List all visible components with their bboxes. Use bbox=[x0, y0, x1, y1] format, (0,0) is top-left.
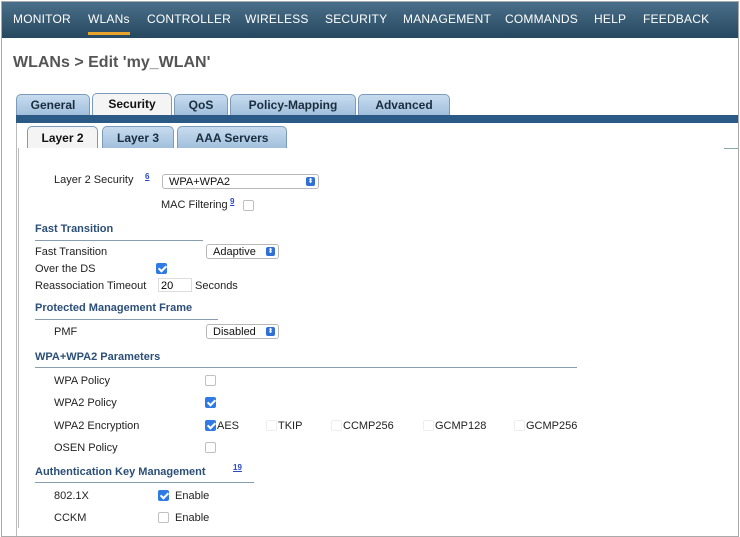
nav-controller[interactable]: CONTROLLER bbox=[147, 12, 231, 26]
browser-frame: MONITOR WLANs CONTROLLER WIRELESS SECURI… bbox=[1, 1, 739, 537]
reassociation-timeout-unit: Seconds bbox=[195, 280, 238, 292]
top-navigation: MONITOR WLANs CONTROLLER WIRELESS SECURI… bbox=[2, 2, 738, 38]
mac-filtering-help-link[interactable]: 9 bbox=[230, 197, 234, 206]
mac-filtering-label: MAC Filtering bbox=[161, 199, 228, 211]
wpa2-encryption-label: WPA2 Encryption bbox=[54, 420, 140, 432]
akm-cckm-enable-label: Enable bbox=[175, 512, 210, 524]
select-arrow-icon: ⬍ bbox=[266, 327, 275, 336]
ccmp256-checkbox[interactable] bbox=[331, 420, 342, 431]
section-divider bbox=[35, 367, 577, 368]
section-divider bbox=[35, 319, 218, 320]
tab-policy-mapping[interactable]: Policy-Mapping bbox=[230, 94, 356, 116]
layer2-security-label: Layer 2 Security bbox=[54, 174, 134, 186]
nav-feedback[interactable]: FEEDBACK bbox=[643, 12, 709, 26]
pmf-label: PMF bbox=[54, 326, 78, 338]
fast-transition-value: Adaptive bbox=[213, 246, 256, 258]
tab-advanced[interactable]: Advanced bbox=[358, 94, 450, 116]
akm-cckm-checkbox[interactable] bbox=[158, 512, 169, 523]
select-arrow-icon: ⬍ bbox=[266, 247, 275, 256]
layer2-security-help-link[interactable]: 6 bbox=[145, 172, 149, 181]
section-divider bbox=[35, 240, 203, 241]
pmf-value: Disabled bbox=[213, 326, 256, 338]
gcmp256-checkbox[interactable] bbox=[514, 420, 525, 431]
wpa2-policy-checkbox[interactable] bbox=[205, 397, 216, 408]
tab-strip bbox=[16, 115, 738, 123]
page-title: WLANs > Edit 'my_WLAN' bbox=[13, 54, 211, 71]
akm-8021x-enable-label: Enable bbox=[175, 490, 210, 502]
tkip-checkbox[interactable] bbox=[266, 420, 277, 431]
aes-checkbox[interactable] bbox=[205, 420, 216, 431]
pmf-section-title: Protected Management Frame bbox=[35, 302, 193, 314]
nav-management[interactable]: MANAGEMENT bbox=[403, 12, 491, 26]
wpa-policy-checkbox[interactable] bbox=[205, 375, 216, 386]
nav-wlans[interactable]: WLANs bbox=[88, 12, 130, 35]
nav-monitor[interactable]: MONITOR bbox=[13, 12, 71, 26]
akm-8021x-checkbox[interactable] bbox=[158, 490, 169, 501]
ccmp256-label: CCMP256 bbox=[343, 420, 394, 432]
reassociation-timeout-label: Reassociation Timeout bbox=[35, 280, 147, 292]
aes-label: AES bbox=[217, 420, 240, 432]
osen-policy-checkbox[interactable] bbox=[205, 442, 216, 453]
tkip-label: TKIP bbox=[278, 420, 303, 432]
tab-general[interactable]: General bbox=[16, 94, 90, 116]
layer2-security-select[interactable]: WPA+WPA2 ⬍ bbox=[162, 174, 319, 189]
akm-cckm-label: CCKM bbox=[54, 512, 87, 524]
wpa-section-title: WPA+WPA2 Parameters bbox=[35, 351, 161, 363]
select-arrow-icon: ⬍ bbox=[306, 177, 315, 186]
akm-help-link[interactable]: 19 bbox=[233, 463, 242, 472]
reassociation-timeout-input[interactable]: 20 bbox=[158, 278, 192, 292]
osen-policy-label: OSEN Policy bbox=[54, 442, 118, 454]
over-the-ds-label: Over the DS bbox=[35, 263, 96, 275]
tab-aaa-servers[interactable]: AAA Servers bbox=[177, 126, 287, 149]
over-the-ds-checkbox[interactable] bbox=[156, 263, 167, 274]
tab-security[interactable]: Security bbox=[92, 93, 172, 117]
layer2-security-value: WPA+WPA2 bbox=[169, 176, 231, 188]
fast-transition-label: Fast Transition bbox=[35, 246, 108, 258]
fast-transition-section-title: Fast Transition bbox=[35, 223, 114, 235]
fast-transition-select[interactable]: Adaptive ⬍ bbox=[206, 244, 279, 259]
gcmp256-label: GCMP256 bbox=[526, 420, 578, 432]
tab-qos[interactable]: QoS bbox=[174, 94, 228, 116]
gcmp128-checkbox[interactable] bbox=[423, 420, 434, 431]
nav-commands[interactable]: COMMANDS bbox=[505, 12, 578, 26]
wpa2-policy-label: WPA2 Policy bbox=[54, 397, 117, 409]
tab-layer3[interactable]: Layer 3 bbox=[102, 126, 174, 149]
wpa-policy-label: WPA Policy bbox=[54, 375, 111, 387]
pmf-select[interactable]: Disabled ⬍ bbox=[206, 324, 279, 339]
akm-8021x-label: 802.1X bbox=[54, 490, 89, 502]
section-divider bbox=[35, 482, 254, 483]
gcmp128-label: GCMP128 bbox=[435, 420, 487, 432]
akm-section-title: Authentication Key Management bbox=[35, 466, 206, 478]
nav-security[interactable]: SECURITY bbox=[325, 12, 387, 26]
tab-layer2[interactable]: Layer 2 bbox=[27, 126, 98, 149]
nav-wireless[interactable]: WIRELESS bbox=[245, 12, 309, 26]
mac-filtering-checkbox[interactable] bbox=[243, 200, 254, 211]
nav-help[interactable]: HELP bbox=[594, 12, 626, 26]
